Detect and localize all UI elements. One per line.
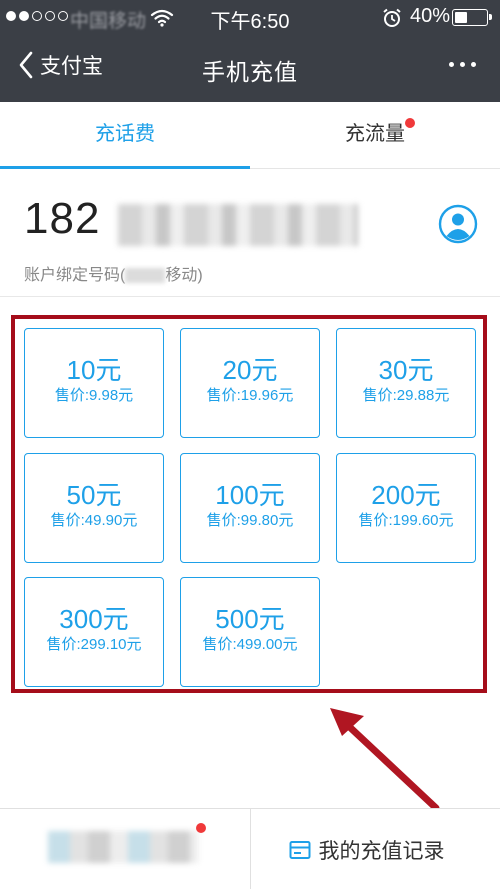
option-price: 售价:19.96元 [181, 387, 319, 405]
battery-icon [452, 9, 488, 26]
account-label-suffix: 移动) [165, 267, 202, 284]
nav-bar: 支付宝 手机充值 [0, 34, 500, 102]
tab-call-credit[interactable]: 充话费 [0, 102, 250, 168]
account-label-redacted [125, 268, 165, 283]
phone-number-redacted [118, 204, 358, 246]
alarm-clock-icon [382, 8, 402, 28]
option-amount: 30元 [337, 355, 475, 385]
card-icon [289, 840, 311, 860]
recharge-option-card[interactable]: 200元售价:199.60元 [336, 453, 476, 563]
option-price: 售价:199.60元 [337, 512, 475, 530]
badge-dot [196, 823, 206, 833]
redacted-entry [48, 831, 198, 863]
tab-bar: 充话费 充流量 [0, 102, 500, 169]
tab-call-credit-label: 充话费 [95, 123, 155, 145]
option-price: 售价:99.80元 [181, 512, 319, 530]
recharge-options-highlight: 10元售价:9.98元20元售价:19.96元30元售价:29.88元50元售价… [11, 315, 487, 693]
tab-data-plan-label: 充流量 [345, 123, 405, 145]
option-price: 售价:49.90元 [25, 512, 163, 530]
recharge-option-card[interactable]: 10元售价:9.98元 [24, 328, 164, 438]
bottom-left-entry[interactable] [0, 809, 250, 889]
recharge-option-card[interactable]: 50元售价:49.90元 [24, 453, 164, 563]
top-bar: 中国移动 下午6:50 40% 支付宝 手机充值 [0, 0, 500, 102]
option-amount: 50元 [25, 480, 163, 510]
recharge-option-card[interactable]: 500元售价:499.00元 [180, 577, 320, 687]
option-price: 售价:29.88元 [337, 387, 475, 405]
recharge-history-button[interactable]: 我的充值记录 [250, 809, 500, 889]
status-bar: 中国移动 下午6:50 40% [0, 0, 500, 34]
arrow-annotation [318, 700, 448, 820]
option-amount: 10元 [25, 355, 163, 385]
recharge-option-card[interactable]: 300元售价:299.10元 [24, 577, 164, 687]
option-amount: 300元 [25, 604, 163, 634]
account-label-text: 账户绑定号码( [24, 267, 125, 284]
tab-data-plan[interactable]: 充流量 [250, 102, 500, 168]
recharge-option-card[interactable]: 20元售价:19.96元 [180, 328, 320, 438]
recharge-history-label: 我的充值记录 [319, 835, 445, 865]
option-amount: 100元 [181, 480, 319, 510]
recharge-option-card[interactable]: 100元售价:99.80元 [180, 453, 320, 563]
account-bound-label: 账户绑定号码( 移动) [24, 261, 203, 285]
phone-section: 182 账户绑定号码( 移动) [0, 168, 500, 297]
recharge-option-card[interactable]: 30元售价:29.88元 [336, 328, 476, 438]
option-amount: 20元 [181, 355, 319, 385]
contact-avatar-icon[interactable] [438, 204, 478, 244]
new-badge-dot [405, 118, 415, 128]
bottom-bar: 我的充值记录 [0, 808, 500, 889]
page-title: 手机充值 [0, 53, 500, 87]
option-price: 售价:299.10元 [25, 636, 163, 654]
option-amount: 500元 [181, 604, 319, 634]
battery-percent: 40% [410, 5, 450, 28]
option-amount: 200元 [337, 480, 475, 510]
phone-number-input[interactable]: 182 [24, 194, 100, 244]
option-price: 售价:499.00元 [181, 636, 319, 654]
more-dots-icon[interactable] [449, 54, 476, 75]
option-price: 售价:9.98元 [25, 387, 163, 405]
